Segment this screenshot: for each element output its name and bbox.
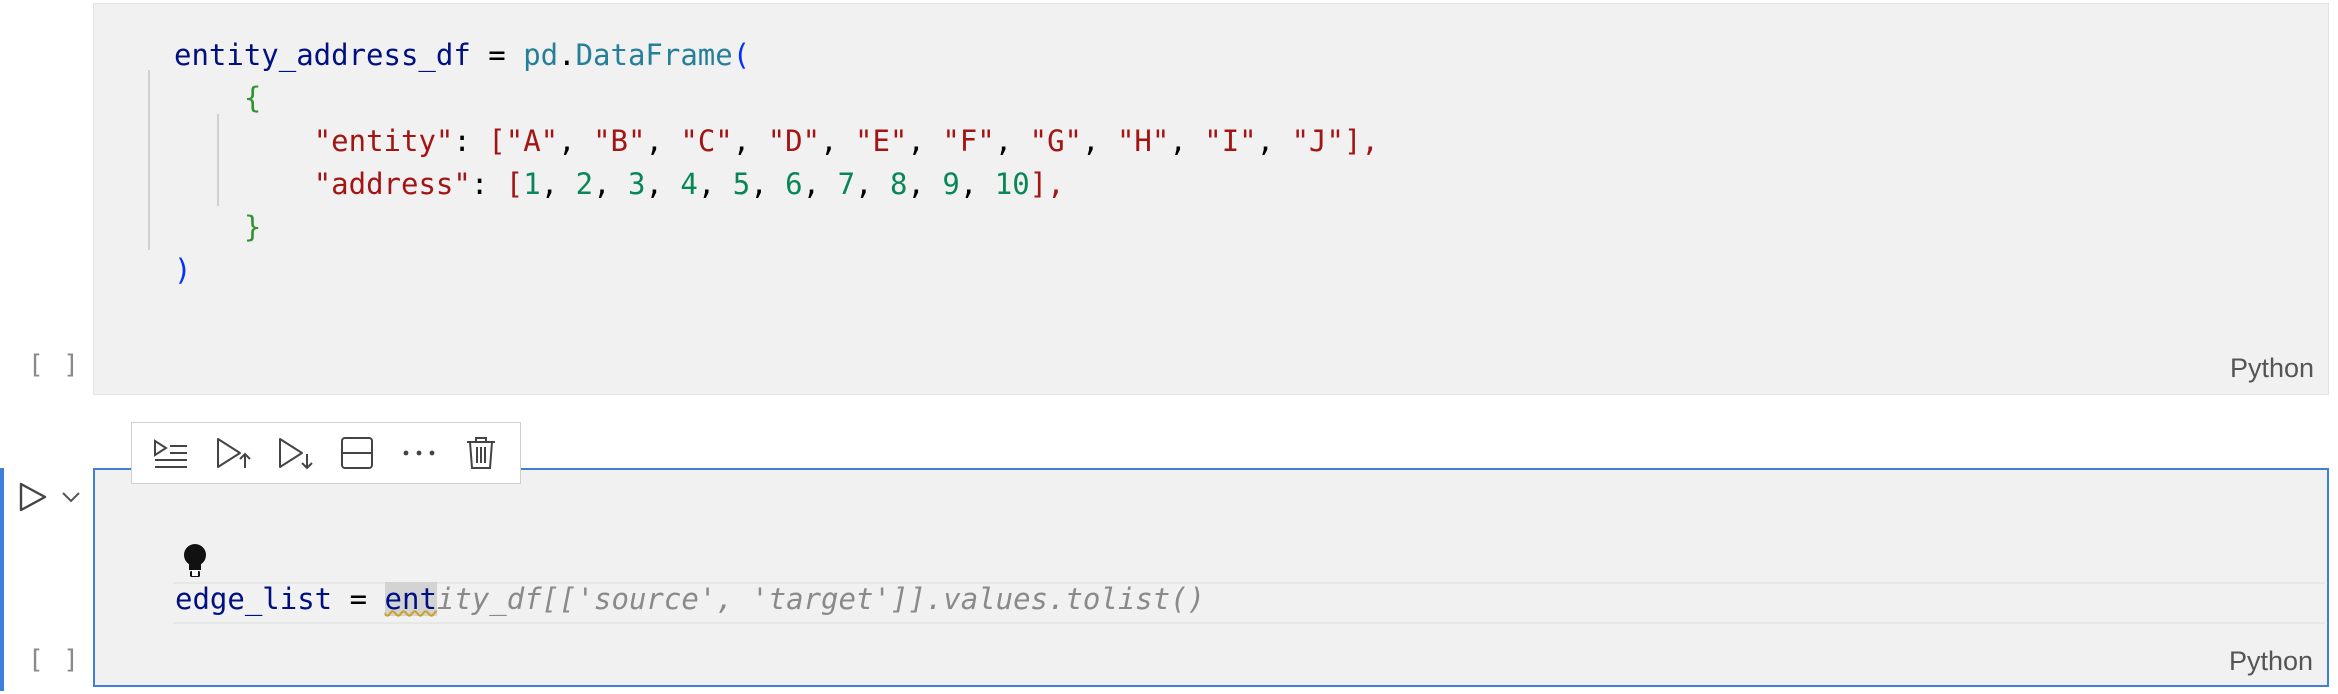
execution-count: [ ] xyxy=(28,645,81,675)
token: = xyxy=(470,38,524,72)
token: pd xyxy=(523,38,559,72)
list-value: 7 xyxy=(837,167,856,201)
delete-cell-button[interactable] xyxy=(458,430,504,476)
separator: , xyxy=(1082,124,1117,158)
list-value: "D" xyxy=(767,124,821,158)
list-value: "F" xyxy=(942,124,995,158)
language-label[interactable]: Python xyxy=(2230,353,2314,384)
separator: , xyxy=(907,124,943,158)
run-by-line-icon xyxy=(154,439,187,468)
list-value: 5 xyxy=(732,167,751,201)
separator: , xyxy=(1256,124,1292,158)
execute-above-icon xyxy=(217,438,251,468)
separator: , xyxy=(994,124,1030,158)
code-line-3: "entity": ["A", "B", "C", "D", "E", "F",… xyxy=(174,124,1379,158)
separator: , xyxy=(593,167,628,201)
code-editor[interactable]: edge_list = entity_df[['source', 'target… xyxy=(175,578,1205,621)
separator: , xyxy=(959,167,995,201)
separator: , xyxy=(645,167,681,201)
token: } xyxy=(243,210,262,244)
code-line-6: ) xyxy=(174,253,191,287)
separator: , xyxy=(855,167,890,201)
token: [ xyxy=(488,124,506,158)
split-cell-icon xyxy=(341,437,373,469)
token: edge_list xyxy=(175,582,333,616)
token: ( xyxy=(732,38,751,72)
separator: , xyxy=(558,124,594,158)
lightbulb-icon[interactable] xyxy=(179,542,211,580)
list-value: "G" xyxy=(1029,124,1083,158)
language-label[interactable]: Python xyxy=(2229,646,2313,677)
chevron-down-icon[interactable] xyxy=(62,492,80,503)
token: ], xyxy=(1029,167,1065,201)
separator: , xyxy=(645,124,681,158)
list-value: "H" xyxy=(1116,124,1170,158)
list-value: "A" xyxy=(505,124,559,158)
entity-list-values: "A", "B", "C", "D", "E", "F", "G", "H", … xyxy=(506,124,1344,158)
separator: , xyxy=(820,124,856,158)
typed-text: ent xyxy=(384,582,437,616)
execute-below-button[interactable] xyxy=(272,430,318,476)
cell-run-controls xyxy=(0,468,93,528)
delete-icon xyxy=(467,437,495,469)
token: : xyxy=(453,124,489,158)
list-value: 1 xyxy=(523,167,541,201)
list-value: "J" xyxy=(1291,124,1344,158)
code-line-4: "address": [1, 2, 3, 4, 5, 6, 7, 8, 9, 1… xyxy=(174,167,1065,201)
code-line-2: { xyxy=(174,81,261,115)
list-value: "I" xyxy=(1204,124,1257,158)
code-cell-2[interactable]: edge_list = entity_df[['source', 'target… xyxy=(93,468,2329,687)
token: "address" xyxy=(313,167,471,201)
separator: , xyxy=(1169,124,1205,158)
separator: , xyxy=(540,167,576,201)
indent-guide xyxy=(148,70,150,250)
code-line-5: } xyxy=(174,210,261,244)
token: ) xyxy=(174,253,192,287)
execute-below-icon xyxy=(279,438,313,470)
more-actions-button[interactable] xyxy=(396,430,442,476)
code-cell-1[interactable]: entity_address_df = pd.DataFrame( { "ent… xyxy=(93,3,2329,395)
list-value: "E" xyxy=(855,124,908,158)
token: "entity" xyxy=(313,124,454,158)
token: = xyxy=(332,582,385,616)
list-value: 10 xyxy=(994,167,1030,201)
token: [ xyxy=(505,167,524,201)
inline-suggestion[interactable]: ity_df[['source', 'target']].values.toli… xyxy=(437,582,1205,616)
separator: , xyxy=(732,124,768,158)
separator: , xyxy=(697,167,733,201)
token: . xyxy=(558,38,576,72)
separator: , xyxy=(802,167,838,201)
execute-above-button[interactable] xyxy=(210,430,256,476)
list-value: 9 xyxy=(942,167,960,201)
list-value: 8 xyxy=(889,167,908,201)
split-cell-button[interactable] xyxy=(334,430,380,476)
token: ], xyxy=(1343,124,1379,158)
run-cell-icon[interactable] xyxy=(19,482,47,512)
list-value: 4 xyxy=(680,167,698,201)
token: entity_address_df xyxy=(174,38,471,72)
list-value: 3 xyxy=(628,167,646,201)
run-by-line-button[interactable] xyxy=(148,430,194,476)
list-value: 6 xyxy=(785,167,803,201)
list-value: "B" xyxy=(593,124,646,158)
separator: , xyxy=(907,167,943,201)
cell-toolbar xyxy=(131,422,521,484)
token: : xyxy=(470,167,506,201)
code-line-1: entity_address_df = pd.DataFrame( xyxy=(174,38,750,72)
code-editor[interactable]: entity_address_df = pd.DataFrame( { "ent… xyxy=(174,34,1379,292)
list-value: "C" xyxy=(680,124,733,158)
execution-count: [ ] xyxy=(28,350,81,380)
more-actions-icon xyxy=(403,450,435,456)
token: { xyxy=(243,81,262,115)
list-value: 2 xyxy=(575,167,594,201)
separator: , xyxy=(750,167,786,201)
token: DataFrame xyxy=(575,38,733,72)
address-list-values: 1, 2, 3, 4, 5, 6, 7, 8, 9, 10 xyxy=(523,167,1029,201)
